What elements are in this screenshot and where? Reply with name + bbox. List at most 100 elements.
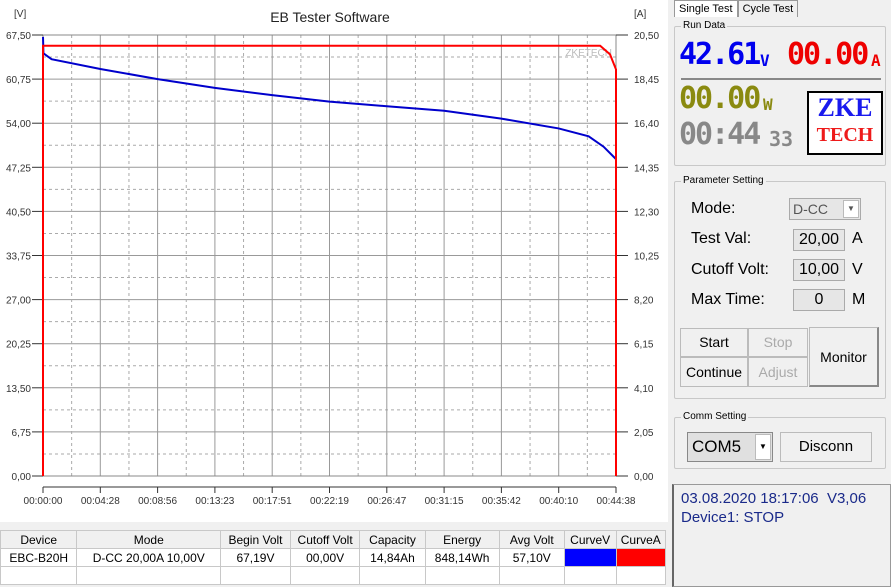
table-cell: 14,84Ah [359, 548, 426, 567]
x-tick-label: 00:26:47 [367, 496, 406, 507]
column-header[interactable]: Cutoff Volt [289, 530, 361, 549]
y-tick-label: 20,25 [6, 340, 31, 351]
comm-panel: Comm Setting COM5 ▼ Disconn [674, 411, 886, 469]
y2-tick-label: 14,35 [634, 163, 659, 174]
y-tick-label: 54,00 [6, 119, 31, 130]
table-row[interactable]: EBC-B20H D-CC 20,00A 10,00V 67,19V 00,00V 14… [0, 548, 667, 567]
y-tick-label: 47,25 [6, 163, 31, 174]
y2-tick-label: 2,05 [634, 428, 654, 439]
y2-tick-label: 16,40 [634, 119, 659, 130]
test-val-input[interactable]: 20,00 [793, 229, 845, 251]
tab-bar: Single Test Cycle Test [674, 0, 799, 17]
column-header[interactable]: Capacity [359, 530, 426, 549]
chevron-down-icon[interactable]: ▼ [755, 434, 771, 460]
zketech-logo: ZKE TECH [807, 91, 883, 155]
column-header[interactable]: Begin Volt [220, 530, 291, 549]
max-time-label: Max Time: [691, 291, 765, 308]
continue-button[interactable]: Continue [680, 357, 748, 387]
y-tick-label: 40,50 [6, 207, 31, 218]
port-select[interactable]: COM5 ▼ [687, 432, 773, 462]
port-value: COM5 [692, 437, 742, 456]
tab-cycle-test[interactable]: Cycle Test [737, 0, 799, 17]
table-cell [289, 566, 361, 585]
table-cell: 00,00V [289, 548, 361, 567]
x-tick-label: 00:31:15 [425, 496, 464, 507]
table-cell [615, 566, 667, 585]
curve-color-swatch [615, 548, 667, 567]
column-header[interactable]: CurveV [563, 530, 617, 549]
table-cell [563, 566, 617, 585]
y-tick-label: 60,75 [6, 75, 31, 86]
y-axis-label: [V] [14, 9, 26, 20]
current-display: 00.00 [787, 37, 869, 72]
voltage-unit: V [760, 51, 770, 70]
test-val-unit: A [852, 230, 863, 247]
y-tick-label: 6,75 [12, 428, 32, 439]
time-seconds: 33 [769, 127, 794, 151]
table-cell [76, 566, 222, 585]
column-header[interactable]: CurveA [615, 530, 667, 549]
column-header[interactable]: Avg Volt [498, 530, 565, 549]
table-cell [424, 566, 500, 585]
column-header[interactable]: Device [0, 530, 78, 549]
y2-tick-label: 4,10 [634, 384, 654, 395]
column-header[interactable]: Energy [424, 530, 500, 549]
y2-tick-label: 10,25 [634, 252, 659, 263]
y-tick-label: 0,00 [12, 472, 32, 483]
curve-color-swatch [563, 548, 617, 567]
cutoff-volt-input[interactable]: 10,00 [793, 259, 845, 281]
table-cell: 67,19V [220, 548, 291, 567]
results-table: Device Mode Begin Volt Cutoff Volt Capacity E… [0, 530, 667, 585]
power-unit: W [763, 95, 773, 114]
mode-label: Mode: [691, 200, 736, 217]
column-header[interactable]: Mode [76, 530, 222, 549]
y2-tick-label: 8,20 [634, 296, 654, 307]
x-tick-label: 00:35:42 [482, 496, 521, 507]
x-tick-label: 00:00:00 [24, 496, 63, 507]
logo-bottom: TECH [816, 124, 874, 146]
y-tick-label: 67,50 [6, 31, 31, 42]
max-time-input[interactable]: 0 [793, 289, 845, 311]
mode-select[interactable]: D-CC ▼ [789, 198, 861, 220]
y-tick-label: 13,50 [6, 384, 31, 395]
y2-tick-label: 0,00 [634, 472, 654, 483]
y2-tick-label: 12,30 [634, 207, 659, 218]
y-tick-label: 27,00 [6, 296, 31, 307]
comm-label: Comm Setting [681, 411, 749, 422]
y2-tick-label: 6,15 [634, 340, 654, 351]
max-time-unit: M [852, 291, 866, 308]
voltage-current-chart: 0,00 6,75 13,50 20,25 27,00 33,75 40,50 47,25 54… [0, 0, 668, 522]
table-cell: D-CC 20,00A 10,00V [76, 548, 222, 567]
monitor-button[interactable]: Monitor [809, 327, 879, 387]
table-cell: EBC-B20H [0, 548, 78, 567]
cutoff-volt-unit: V [852, 261, 863, 278]
mode-value: D-CC [793, 201, 828, 217]
divider [681, 78, 881, 80]
cutoff-volt-label: Cutoff Volt: [691, 261, 769, 278]
y2-tick-label: 18,45 [634, 75, 659, 86]
table-row-empty [0, 566, 667, 585]
x-tick-label: 00:08:56 [138, 496, 177, 507]
run-data-label: Run Data [681, 20, 728, 31]
chevron-down-icon[interactable]: ▼ [843, 200, 859, 218]
current-unit: A [871, 51, 881, 70]
adjust-button[interactable]: Adjust [748, 357, 808, 387]
x-tick-label: 00:22:19 [310, 496, 349, 507]
start-button[interactable]: Start [680, 328, 748, 357]
table-cell [359, 566, 426, 585]
power-display: 00.00 [679, 81, 761, 116]
logo-top: ZKE [817, 93, 873, 122]
time-display: 00:44 [679, 117, 761, 152]
table-cell: 848,14Wh [424, 548, 500, 567]
table-cell [0, 566, 78, 585]
tab-single-test[interactable]: Single Test [674, 0, 738, 17]
run-data-panel: Run Data 42.61 V 00.00 A 00.00 W 00:44 3… [674, 20, 886, 166]
parameter-panel: Parameter Setting Mode: D-CC ▼ Test Val:… [674, 175, 886, 399]
x-tick-label: 00:44:38 [597, 496, 636, 507]
disconnect-button[interactable]: Disconn [780, 432, 872, 462]
stop-button[interactable]: Stop [748, 328, 808, 357]
test-val-label: Test Val: [691, 230, 752, 247]
voltage-display: 42.61 [679, 37, 761, 72]
x-tick-label: 00:13:23 [195, 496, 234, 507]
status-datetime: 03.08.2020 18:17:06 V3,06 [681, 490, 867, 507]
